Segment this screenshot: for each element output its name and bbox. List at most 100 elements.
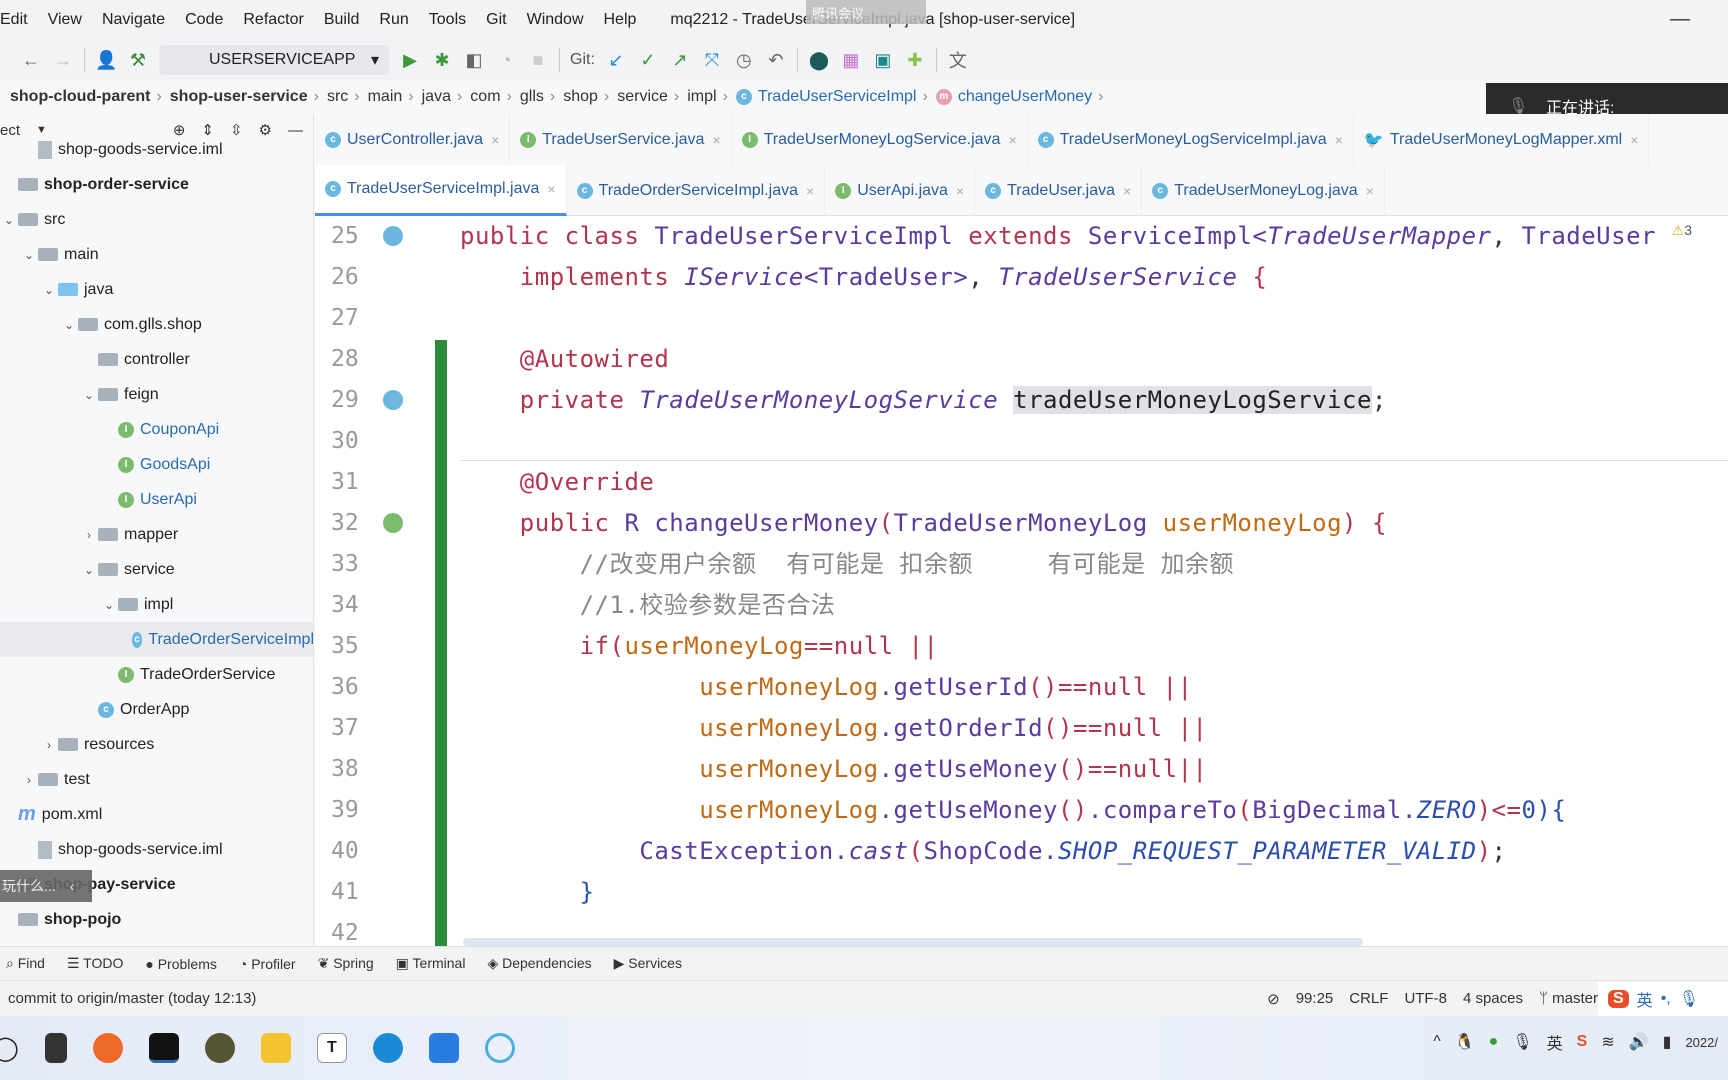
breadcrumb-item[interactable]: com bbox=[470, 88, 500, 106]
intellij-icon[interactable] bbox=[148, 1033, 179, 1063]
menu-tools[interactable]: Tools bbox=[419, 11, 476, 29]
tencent-meeting-icon[interactable] bbox=[428, 1033, 459, 1063]
code-line[interactable]: //改变用户余额 有可能是 扣余额 有可能是 加余额 bbox=[460, 544, 1234, 585]
app-icon[interactable] bbox=[484, 1033, 515, 1063]
clock[interactable]: 2022/ bbox=[1685, 1035, 1718, 1050]
breadcrumb-item[interactable]: impl bbox=[687, 88, 716, 106]
editor-tab[interactable]: c TradeUserMoneyLog.java × bbox=[1142, 165, 1385, 216]
git-push-icon[interactable]: ↗ bbox=[669, 50, 691, 71]
code-line[interactable]: userMoneyLog.getUseMoney()==null|| bbox=[460, 749, 1207, 790]
breadcrumb-item[interactable]: TradeUserServiceImpl bbox=[758, 88, 917, 106]
tree-item[interactable]: ⌄ com.glls.shop bbox=[0, 307, 313, 342]
tree-item[interactable]: › test bbox=[0, 762, 313, 797]
typora-icon[interactable]: T bbox=[316, 1033, 347, 1063]
chevron-down-icon[interactable]: ⌄ bbox=[40, 283, 58, 297]
plugin-icon[interactable]: ✚ bbox=[904, 50, 926, 71]
code-line[interactable]: userMoneyLog.getUserId()==null || bbox=[460, 667, 1193, 708]
tool-window-problems[interactable]: ● Problems bbox=[145, 956, 217, 972]
tree-item[interactable]: › resources bbox=[0, 727, 313, 762]
close-icon[interactable]: × bbox=[1630, 132, 1638, 148]
structure-icon[interactable]: ▦ bbox=[840, 50, 862, 71]
implements-method-icon[interactable] bbox=[383, 513, 403, 533]
search-icon[interactable]: ◯ bbox=[0, 1034, 19, 1063]
file-encoding[interactable]: UTF-8 bbox=[1404, 990, 1447, 1007]
breadcrumb-item[interactable]: shop bbox=[563, 88, 598, 106]
tree-item[interactable]: I CouponApi bbox=[0, 412, 313, 447]
breadcrumb-item[interactable]: src bbox=[327, 88, 348, 106]
implementing-class-icon[interactable] bbox=[383, 226, 403, 246]
tree-item[interactable]: ⌄ java bbox=[0, 272, 313, 307]
code-line[interactable]: public R changeUserMoney(TradeUserMoneyL… bbox=[460, 503, 1387, 544]
volume-icon[interactable]: 🔊 bbox=[1629, 1032, 1649, 1052]
tree-item[interactable]: controller bbox=[0, 342, 313, 377]
wifi-icon[interactable]: ≋ bbox=[1601, 1032, 1614, 1052]
tree-item[interactable]: I TradeOrderService bbox=[0, 657, 313, 692]
code-line[interactable]: @Autowired bbox=[460, 339, 669, 380]
ime-lang[interactable]: 英 bbox=[1637, 987, 1653, 1011]
debug-icon[interactable]: ✱ bbox=[431, 50, 453, 71]
chevron-right-icon[interactable]: › bbox=[20, 773, 38, 787]
edge-icon[interactable] bbox=[372, 1033, 403, 1063]
menu-window[interactable]: Window bbox=[517, 11, 594, 29]
autowired-bean-icon[interactable] bbox=[383, 390, 403, 410]
minimize-button[interactable]: — bbox=[1670, 8, 1690, 31]
menu-build[interactable]: Build bbox=[314, 11, 370, 29]
code-line[interactable]: } bbox=[460, 872, 595, 913]
code-line[interactable]: private TradeUserMoneyLogService tradeUs… bbox=[460, 380, 1387, 421]
chevron-down-icon[interactable]: ⌄ bbox=[20, 248, 38, 262]
close-icon[interactable]: × bbox=[1123, 183, 1131, 199]
code-editor[interactable]: 25 26 27 28 29 30 31 32 33 34 35 36 37 38 39 40 41 42 pub… bbox=[315, 216, 1728, 946]
tool-window-dependencies[interactable]: ◈ Dependencies bbox=[487, 955, 591, 972]
code-line[interactable]: @Override bbox=[460, 462, 654, 503]
editor-tab[interactable]: c TradeUser.java × bbox=[975, 165, 1143, 216]
code-line[interactable]: userMoneyLog.getUseMoney().compareTo(Big… bbox=[460, 790, 1566, 831]
code-line[interactable]: //1.校验参数是否合法 bbox=[460, 585, 835, 626]
breadcrumb-item[interactable]: java bbox=[422, 88, 451, 106]
tree-item[interactable]: shop-order-service bbox=[0, 167, 313, 202]
menu-refactor[interactable]: Refactor bbox=[233, 11, 313, 29]
tree-item[interactable]: › mapper bbox=[0, 517, 313, 552]
tree-item[interactable]: c OrderApp bbox=[0, 692, 313, 727]
tree-item[interactable]: ⌄ impl bbox=[0, 587, 313, 622]
rollback-icon[interactable]: ↶ bbox=[765, 50, 787, 71]
close-icon[interactable]: × bbox=[547, 181, 555, 197]
tree-item[interactable]: ⌄ src bbox=[0, 202, 313, 237]
tree-item[interactable]: ⌄ main bbox=[0, 237, 313, 272]
tree-item[interactable]: m pom.xml bbox=[0, 797, 313, 832]
editor-tab[interactable]: c UserController.java × bbox=[315, 114, 511, 165]
tool-window-terminal[interactable]: ▣ Terminal bbox=[396, 955, 466, 972]
tree-item[interactable]: ⌄ service bbox=[0, 552, 313, 587]
chevron-down-icon[interactable]: ⌄ bbox=[80, 388, 98, 402]
chevron-down-icon[interactable]: ⌄ bbox=[100, 598, 118, 612]
battery-icon[interactable]: ▮ bbox=[1663, 1032, 1672, 1052]
close-icon[interactable]: × bbox=[491, 132, 499, 148]
code-line[interactable]: if(userMoneyLog==null || bbox=[460, 626, 938, 667]
inspection-off-icon[interactable]: ⊘ bbox=[1267, 990, 1280, 1008]
close-icon[interactable]: × bbox=[712, 132, 720, 148]
run-icon[interactable]: ▶ bbox=[399, 50, 421, 71]
code-line[interactable]: userMoneyLog.getOrderId()==null || bbox=[460, 708, 1207, 749]
editor-tab[interactable]: I TradeUserService.java × bbox=[510, 114, 732, 165]
git-branch[interactable]: ᛘ master bbox=[1539, 990, 1598, 1007]
forward-icon[interactable]: → bbox=[52, 50, 74, 71]
input-language[interactable]: 英 bbox=[1547, 1030, 1563, 1054]
sogou-icon[interactable]: S bbox=[1577, 1033, 1588, 1051]
chevron-right-icon[interactable]: › bbox=[80, 528, 98, 542]
microphone-icon[interactable]: 🎙 bbox=[1512, 1032, 1532, 1052]
tree-item[interactable]: I UserApi bbox=[0, 482, 313, 517]
close-icon[interactable]: × bbox=[956, 183, 964, 199]
app-avatar-icon[interactable] bbox=[204, 1033, 235, 1063]
breadcrumb-item[interactable]: shop-cloud-parent bbox=[10, 88, 150, 106]
breadcrumb-item[interactable]: changeUserMoney bbox=[958, 88, 1092, 106]
code-line[interactable]: public class TradeUserServiceImpl extend… bbox=[460, 216, 1656, 257]
chevron-up-icon[interactable]: ^ bbox=[1433, 1033, 1441, 1051]
close-icon[interactable]: × bbox=[1008, 132, 1016, 148]
git-merge-icon[interactable]: ⤧ bbox=[701, 50, 723, 71]
search-everywhere-icon[interactable]: ⬤ bbox=[808, 50, 830, 71]
horizontal-scrollbar[interactable] bbox=[463, 938, 1363, 946]
tree-item[interactable]: c TradeOrderServiceImpl bbox=[0, 622, 313, 657]
microphone-icon[interactable]: 🎙 bbox=[1679, 989, 1699, 1009]
menu-help[interactable]: Help bbox=[594, 11, 647, 29]
menu-code[interactable]: Code bbox=[175, 11, 233, 29]
ime-punct[interactable]: •, bbox=[1661, 990, 1671, 1008]
